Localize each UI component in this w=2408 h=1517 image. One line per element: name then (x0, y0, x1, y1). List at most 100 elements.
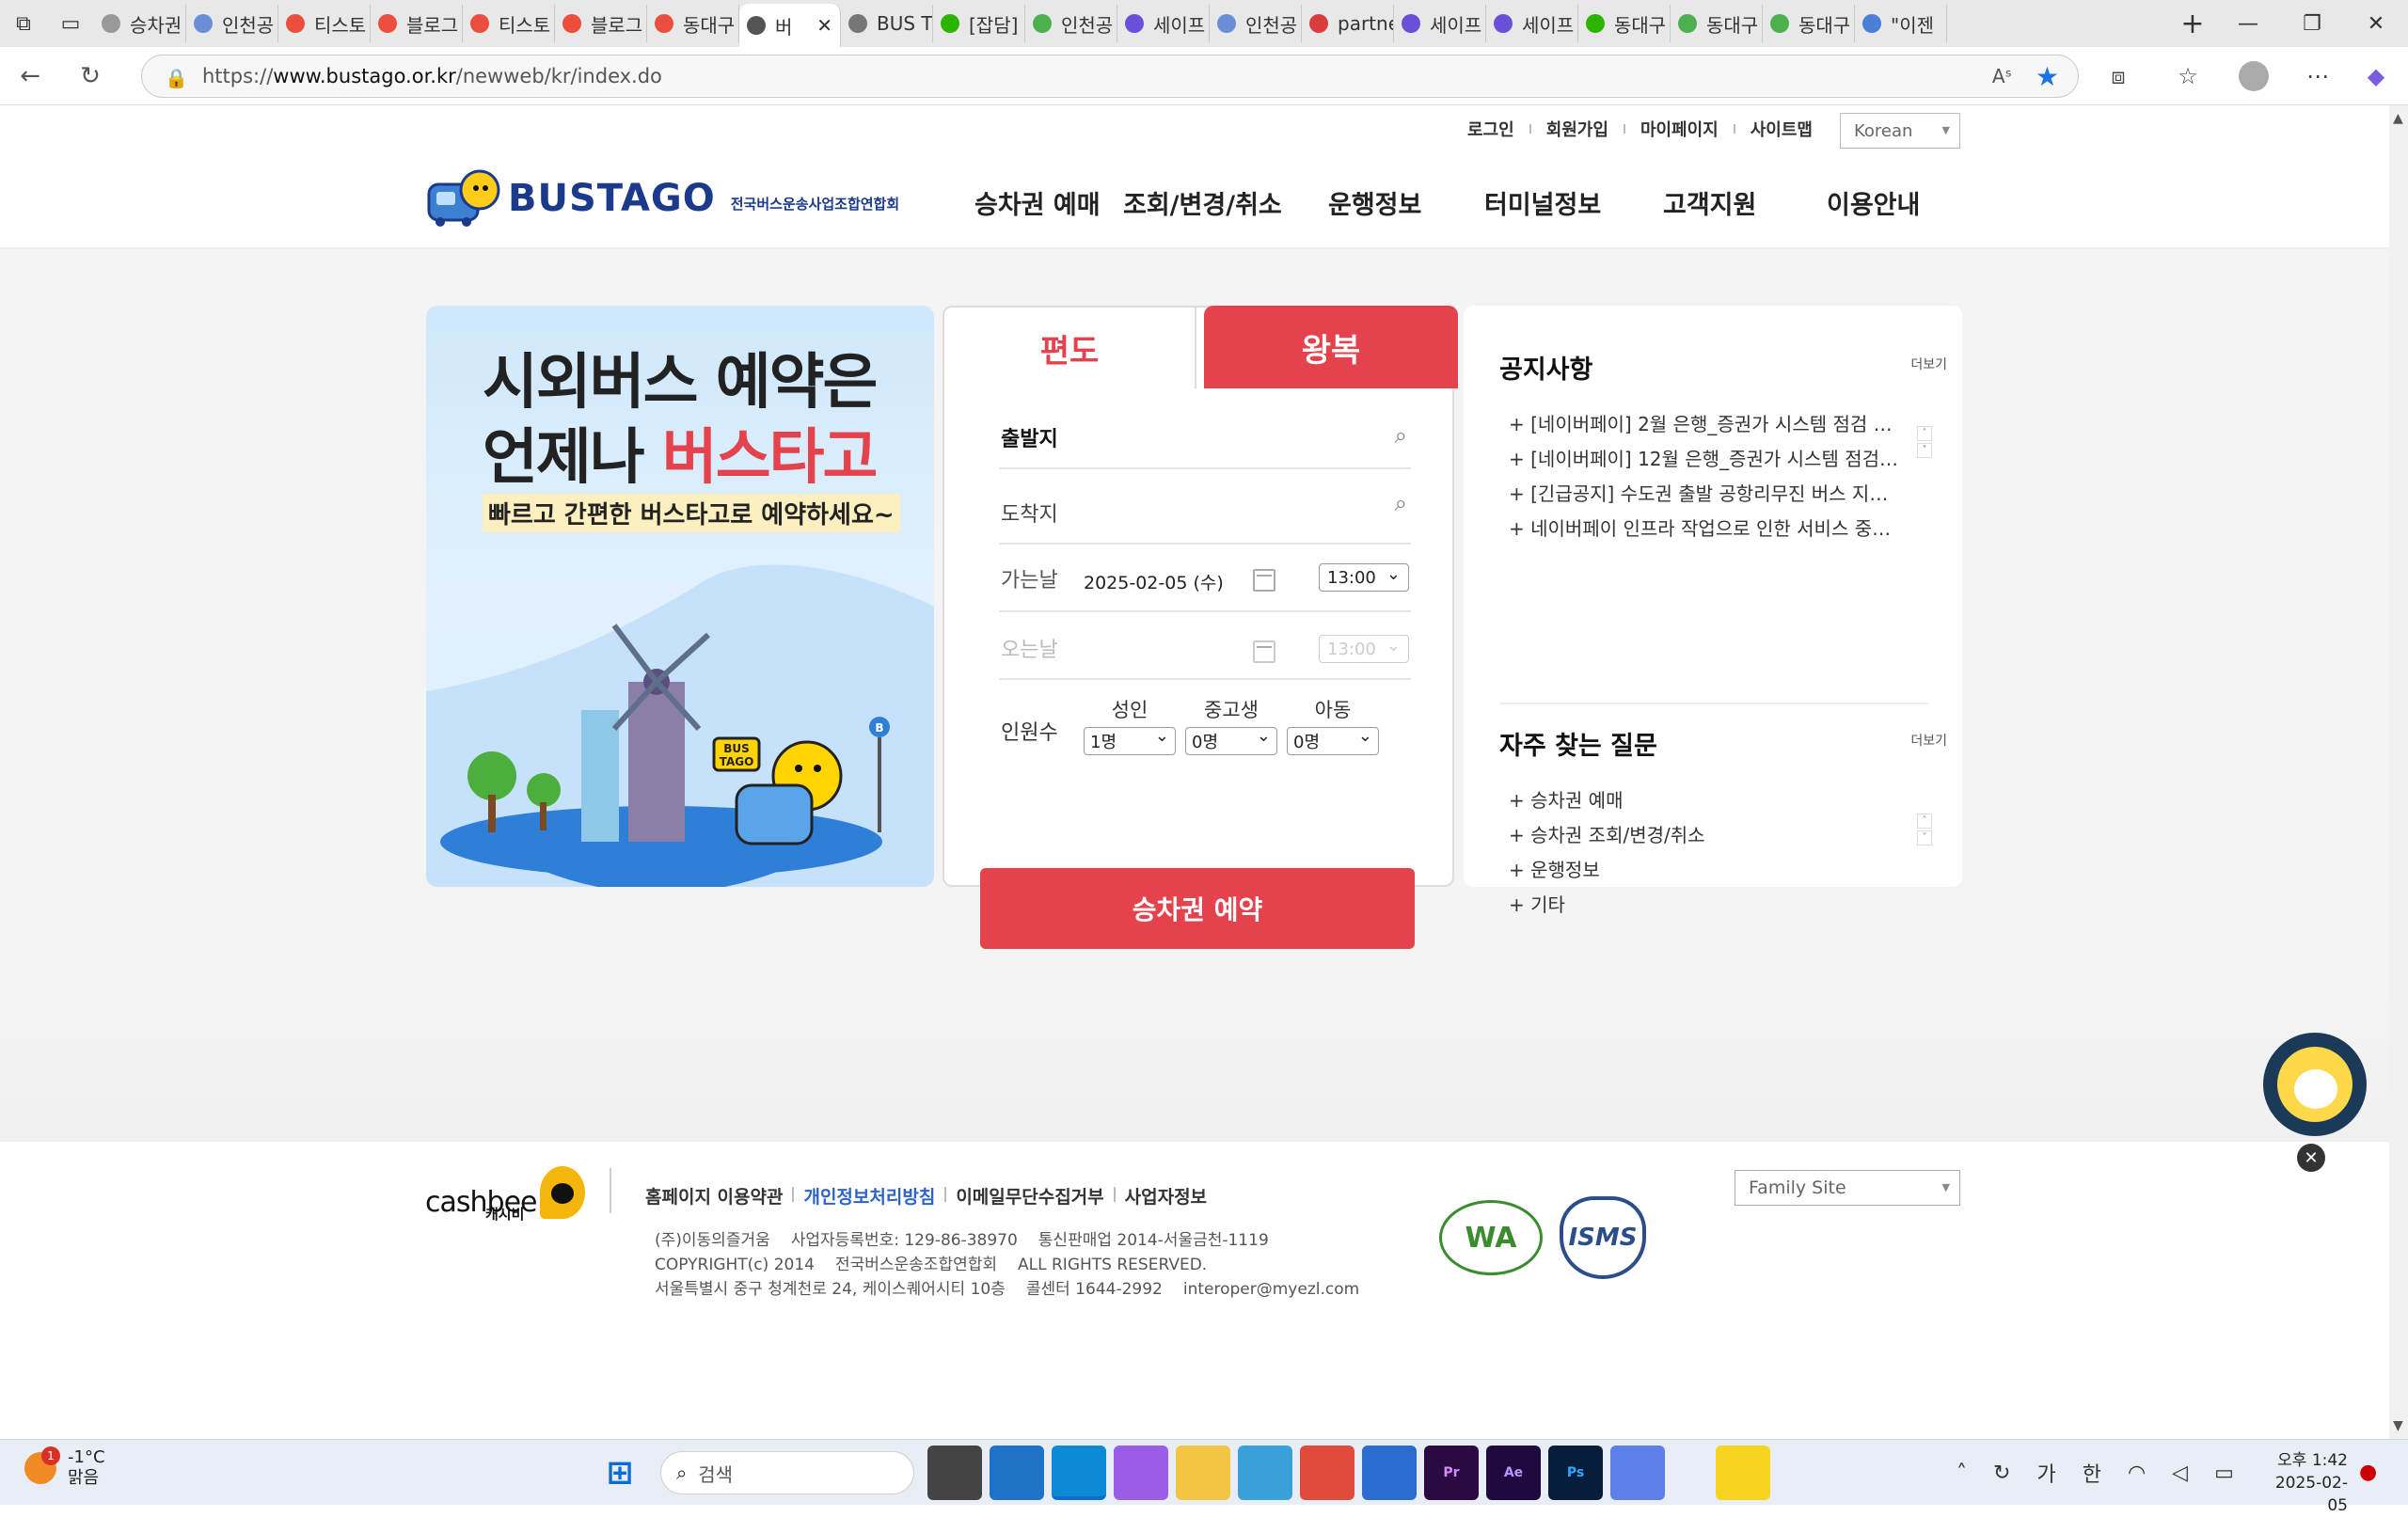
login-link[interactable]: 로그인 (1467, 117, 1514, 141)
browser-tab[interactable]: 인천공 (1210, 5, 1302, 42)
nav-lookup-change-cancel[interactable]: 조회/변경/취소 (1123, 184, 1328, 221)
weather-widget[interactable]: 1 -1°C 맑음 (24, 1446, 105, 1489)
chatbot-close-icon[interactable]: ✕ (2297, 1144, 2325, 1172)
back-button[interactable]: ← (0, 47, 60, 105)
browser-tab[interactable]: 인천공 (186, 5, 278, 42)
business-info-link[interactable]: 사업자정보 (1125, 1183, 1207, 1209)
browser-tab[interactable]: 승차권 (94, 5, 186, 42)
extensions-icon[interactable]: ⧈ (2090, 47, 2147, 105)
browser-tab[interactable]: 인천공 (1025, 5, 1117, 42)
tab-actions-icon[interactable]: ▭ (47, 0, 94, 47)
browser-tab[interactable]: partne (1302, 5, 1394, 42)
faq-item[interactable]: + 운행정보 (1509, 855, 1904, 890)
arrival-field[interactable]: 도착지 ⌕ (999, 469, 1411, 545)
nav-operation-info[interactable]: 운행정보 (1328, 184, 1484, 221)
nav-terminal-info[interactable]: 터미널정보 (1484, 184, 1663, 221)
browser-tab[interactable]: 티스토 (278, 5, 371, 42)
copilot-icon[interactable]: ◆ (2348, 47, 2404, 105)
browser-tab[interactable]: 세이프 (1486, 5, 1578, 42)
messenger-icon[interactable] (1716, 1446, 1770, 1500)
browser-tab[interactable]: 동대구 (1578, 5, 1671, 42)
browser-tab[interactable]: 동대구 (1671, 5, 1763, 42)
browser-tab[interactable]: "이젠 (1855, 5, 1947, 42)
more-options-icon[interactable]: ⋯ (2289, 47, 2346, 105)
browser-tab[interactable]: BUS T/ (841, 5, 933, 42)
youth-select[interactable]: 0명 (1185, 726, 1277, 755)
arrow-up-icon[interactable]: ˄ (1917, 426, 1932, 441)
profile-avatar[interactable] (2226, 47, 2282, 105)
search-icon[interactable]: ⌕ (1395, 422, 1407, 449)
lock-icon[interactable]: 🔒 (165, 67, 188, 89)
store-icon[interactable] (990, 1446, 1044, 1500)
refresh-button[interactable]: ↻ (60, 47, 120, 105)
faq-item[interactable]: + 승차권 조회/변경/취소 (1509, 820, 1904, 855)
promo-banner[interactable]: 시외버스 예약은 언제나 버스타고 빠르고 간편한 버스타고로 예약하세요~ B… (426, 306, 934, 887)
favorites-icon[interactable]: ☆ (2160, 47, 2216, 105)
after-effects-icon[interactable]: Ae (1486, 1446, 1541, 1500)
browser-tab[interactable]: 블로그 (371, 5, 463, 42)
wifi-icon[interactable]: ◠ (2128, 1462, 2146, 1485)
arrow-down-icon[interactable]: ˅ (1917, 830, 1932, 845)
notice-item[interactable]: + [네이버페이] 12월 은행_증권가 시스템 점검 일정 안내 (1509, 444, 1904, 479)
copilot-app-icon[interactable] (1114, 1446, 1168, 1500)
tab-roundtrip[interactable]: 왕복 (1204, 306, 1458, 388)
mail-icon[interactable] (1362, 1446, 1417, 1500)
browser-tab[interactable]: 티스토 (463, 5, 555, 42)
notification-bell-icon[interactable]: ● (2359, 1461, 2377, 1484)
url-field[interactable]: 🔒 https://www.bustago.or.kr/newweb/kr/in… (141, 55, 2079, 98)
photoshop-icon[interactable]: Ps (1548, 1446, 1603, 1500)
cashbee-logo[interactable]: cashbee 캐시비 (425, 1166, 586, 1223)
ime-mode-2[interactable]: 한 (2083, 1458, 2101, 1488)
close-tab-icon[interactable]: ✕ (811, 14, 832, 37)
browser-tab[interactable]: 세이프 (1117, 5, 1210, 42)
restore-icon[interactable]: ❐ (2280, 0, 2344, 47)
browser-tab[interactable]: [잡담] (933, 5, 1025, 42)
nav-ticket-booking[interactable]: 승차권 예매 (974, 184, 1123, 221)
browser-tab[interactable]: 동대구 (1763, 5, 1855, 42)
edge-icon[interactable] (1052, 1446, 1106, 1500)
signup-link[interactable]: 회원가입 (1546, 117, 1608, 141)
reserve-ticket-button[interactable]: 승차권 예약 (980, 868, 1415, 949)
adult-select[interactable]: 1명 (1084, 726, 1176, 755)
search-icon[interactable]: ⌕ (1395, 490, 1407, 516)
privacy-policy-link[interactable]: 개인정보처리방침 (803, 1183, 935, 1209)
paint-icon[interactable] (1238, 1446, 1292, 1500)
notice-item[interactable]: + [네이버페이] 2월 은행_증권가 시스템 점검 일정 안내 (1509, 409, 1904, 444)
file-explorer-icon[interactable] (1176, 1446, 1230, 1500)
sitemap-link[interactable]: 사이트맵 (1751, 117, 1813, 141)
email-refusal-link[interactable]: 이메일무단수집거부 (956, 1183, 1103, 1209)
browser-tab[interactable]: 동대구 (647, 5, 739, 42)
nav-usage-guide[interactable]: 이용안내 (1827, 184, 1930, 221)
new-tab-button[interactable]: + (2169, 8, 2216, 40)
faq-more-link[interactable]: 더보기 (1910, 731, 1947, 750)
taskbar-search[interactable]: ⌕ 검색 (660, 1451, 914, 1494)
browser-tab[interactable]: 세이프 (1394, 5, 1486, 42)
arrow-down-icon[interactable]: ˅ (1917, 443, 1932, 458)
family-site-select[interactable]: Family Site (1735, 1170, 1960, 1206)
calendar-icon[interactable] (1253, 569, 1275, 592)
go-date-value[interactable]: 2025-02-05 (수) (1084, 569, 1224, 594)
close-window-icon[interactable]: ✕ (2344, 0, 2408, 47)
sync-icon[interactable]: ↻ (1993, 1462, 2010, 1485)
ime-mode-1[interactable]: 가 (2036, 1458, 2055, 1488)
notice-item[interactable]: + 네이버페이 인프라 작업으로 인한 서비스 중단 안내 (1509, 514, 1904, 548)
clock[interactable]: 오후 1:42 2025-02-05 (2258, 1449, 2348, 1517)
notice-item[interactable]: + [긴급공지] 수도권 출발 공항리무진 버스 지연 안내 (1509, 479, 1904, 514)
browser-tab[interactable]: 블로그 (555, 5, 647, 42)
arrow-up-icon[interactable]: ˄ (1917, 814, 1932, 829)
terms-link[interactable]: 홈페이지 이용약관 (645, 1183, 783, 1209)
language-select[interactable]: Korean (1840, 113, 1960, 149)
favorite-star-icon[interactable]: ★ (2036, 61, 2059, 92)
start-icon[interactable]: ⊞ (593, 1446, 647, 1500)
site-logo[interactable]: BUSTAGO 전국버스운송사업조합연합회 (425, 169, 899, 228)
app-icon[interactable] (1610, 1446, 1665, 1500)
browser-tab[interactable]: 버 ✕ (739, 4, 841, 47)
nav-customer-support[interactable]: 고객지원 (1663, 184, 1827, 221)
battery-icon[interactable]: ▭ (2214, 1462, 2234, 1485)
go-time-select[interactable]: 13:00 (1319, 563, 1409, 592)
minimize-icon[interactable]: — (2216, 0, 2280, 47)
chrome-icon[interactable] (1300, 1446, 1354, 1500)
volume-icon[interactable]: ◁ (2172, 1462, 2188, 1485)
departure-field[interactable]: 출발지 ⌕ (999, 402, 1411, 469)
faq-item[interactable]: + 기타 (1509, 890, 1904, 924)
